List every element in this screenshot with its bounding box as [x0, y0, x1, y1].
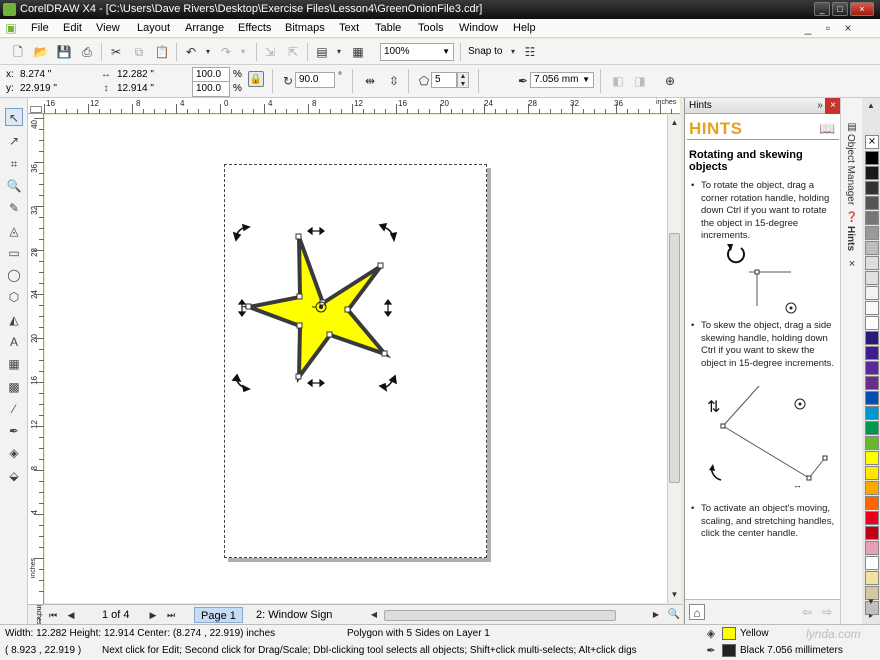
first-page-icon[interactable]: ⏮	[45, 607, 61, 623]
docker-close-icon[interactable]: ×	[825, 98, 841, 114]
palette-swatch[interactable]	[865, 181, 879, 195]
palette-swatch[interactable]	[865, 406, 879, 420]
tab-window-sign[interactable]: 2: Window Sign	[250, 607, 338, 623]
palette-swatch[interactable]	[865, 541, 879, 555]
tab-object-manager[interactable]: Object Manager	[845, 134, 856, 205]
hints-heading: HINTS	[689, 119, 743, 138]
status-object-info: Polygon with 5 Sides on Layer 1	[347, 628, 490, 639]
palette-swatch[interactable]	[865, 256, 879, 270]
doc-restore-button[interactable]: ▫	[820, 20, 836, 36]
hints-back-icon[interactable]: ⇦	[799, 604, 815, 620]
color-palette: ▲ ⨯ ▼ ▸	[862, 98, 880, 624]
hint-rotate-text: To rotate the object, drag a corner rota…	[701, 180, 830, 241]
hints-book-icon[interactable]: 📖	[819, 121, 835, 137]
palette-swatch[interactable]	[865, 346, 879, 360]
svg-text:⇅: ⇅	[707, 397, 720, 416]
outline-pen-status-icon[interactable]: ✒	[703, 643, 719, 659]
outline-description: Black 7.056 millimeters	[740, 645, 843, 656]
palette-swatch[interactable]	[865, 376, 879, 390]
palette-swatch[interactable]	[865, 421, 879, 435]
docker-title: Hints	[689, 100, 712, 111]
palette-flyout-icon[interactable]: ▸	[864, 608, 878, 624]
last-page-icon[interactable]: ⏭	[163, 607, 179, 623]
hscroll-right-icon[interactable]: ▶	[648, 607, 664, 623]
unit-corner: inches	[35, 605, 42, 626]
palette-swatch[interactable]	[865, 211, 879, 225]
palette-swatch[interactable]	[865, 496, 879, 510]
palette-swatch[interactable]	[865, 226, 879, 240]
palette-swatch[interactable]	[865, 526, 879, 540]
hints-docker: Hints » × HINTS 📖 Rotating and skewing o…	[684, 98, 841, 624]
maximize-button[interactable]: □	[832, 2, 848, 16]
palette-swatch[interactable]	[865, 451, 879, 465]
palette-swatch[interactable]	[865, 436, 879, 450]
scroll-up-icon[interactable]: ▲	[668, 115, 681, 131]
palette-swatch[interactable]	[865, 556, 879, 570]
palette-swatch[interactable]	[865, 286, 879, 300]
status-bar: Width: 12.282 Height: 12.914 Center: (8.…	[0, 624, 880, 660]
skew-illustration: ⇅ ↔	[707, 385, 828, 490]
hints-subheading: Rotating and skewing objects	[689, 149, 803, 173]
palette-swatch[interactable]	[865, 361, 879, 375]
palette-swatch[interactable]	[865, 481, 879, 495]
palette-swatch[interactable]	[865, 166, 879, 180]
palette-swatch[interactable]	[865, 151, 879, 165]
doc-close-button[interactable]: ×	[840, 20, 856, 36]
palette-swatch[interactable]	[865, 196, 879, 210]
tab-hints[interactable]: Hints	[845, 226, 856, 251]
status-cursor-position: ( 8.923 , 22.919 )	[5, 645, 82, 656]
palette-swatch[interactable]	[865, 466, 879, 480]
palette-swatch[interactable]	[865, 511, 879, 525]
bullet-dot: •	[691, 320, 695, 331]
bullet-dot: •	[691, 503, 695, 514]
next-page-icon[interactable]: ▶	[145, 607, 161, 623]
no-color-swatch[interactable]: ⨯	[865, 135, 879, 149]
hscroll-left-icon[interactable]: ◀	[366, 607, 382, 623]
fill-color-name: Yellow	[740, 628, 769, 639]
tab-page-1[interactable]: Page 1	[194, 607, 243, 623]
docker-tabs-close-icon[interactable]: ×	[844, 256, 860, 272]
docker-tabs: ▤ Object Manager ❓ Hints ×	[840, 98, 862, 624]
previous-page-icon[interactable]: ◀	[63, 607, 79, 623]
navigator-icon[interactable]: 🔍	[666, 607, 682, 623]
minimize-button[interactable]: _	[814, 2, 830, 16]
vertical-scroll-thumb[interactable]	[669, 233, 680, 483]
status-dimensions: Width: 12.282 Height: 12.914 Center: (8.…	[5, 628, 276, 639]
docker-footer: ⌂ ⇦ ⇨	[685, 599, 841, 624]
fill-color-swatch[interactable]	[722, 627, 736, 640]
rotate-illustration	[727, 244, 797, 314]
star-polygon[interactable]	[241, 236, 392, 384]
palette-swatch[interactable]	[865, 241, 879, 255]
svg-text:↔: ↔	[793, 480, 802, 490]
status-hint: Next click for Edit; Second click for Dr…	[102, 645, 637, 656]
page-counter: 1 of 4	[102, 609, 130, 621]
palette-scroll-up-icon[interactable]: ▲	[864, 98, 878, 114]
coreldraw-window: CorelDRAW X4 - [C:\Users\Dave Rivers\Des…	[0, 0, 880, 660]
selection-overlay	[231, 222, 398, 393]
hint-activate-text: To activate an object's moving, scaling,…	[701, 503, 835, 539]
palette-swatch[interactable]	[865, 301, 879, 315]
palette-swatch[interactable]	[865, 316, 879, 330]
close-button[interactable]: ×	[850, 2, 874, 16]
page-navigator: inches ⏮ ◀ 1 of 4 ▶ ⏭ Page 1 2: Window S…	[28, 604, 682, 626]
palette-swatch[interactable]	[865, 391, 879, 405]
palette-swatch[interactable]	[865, 571, 879, 585]
hint-skew-text: To skew the object, drag a side skewing …	[701, 320, 835, 369]
hints-forward-icon[interactable]: ⇨	[819, 604, 835, 620]
outline-color-swatch[interactable]	[722, 644, 736, 657]
bullet-dot: •	[691, 180, 695, 191]
scroll-down-icon[interactable]: ▼	[668, 587, 681, 603]
watermark: lynda.com	[806, 627, 861, 641]
hints-tab-icon[interactable]: ❓	[844, 210, 860, 226]
palette-swatch[interactable]	[865, 271, 879, 285]
palette-swatch[interactable]	[865, 331, 879, 345]
docker-header: Hints » ×	[685, 98, 841, 114]
doc-minimize-button[interactable]: _	[800, 20, 816, 36]
hints-home-icon[interactable]: ⌂	[689, 604, 705, 620]
vertical-scrollbar[interactable]: ▲ ▼	[667, 115, 681, 603]
horizontal-scroll-thumb[interactable]	[384, 610, 616, 621]
fill-bucket-icon[interactable]: ◈	[703, 626, 719, 642]
